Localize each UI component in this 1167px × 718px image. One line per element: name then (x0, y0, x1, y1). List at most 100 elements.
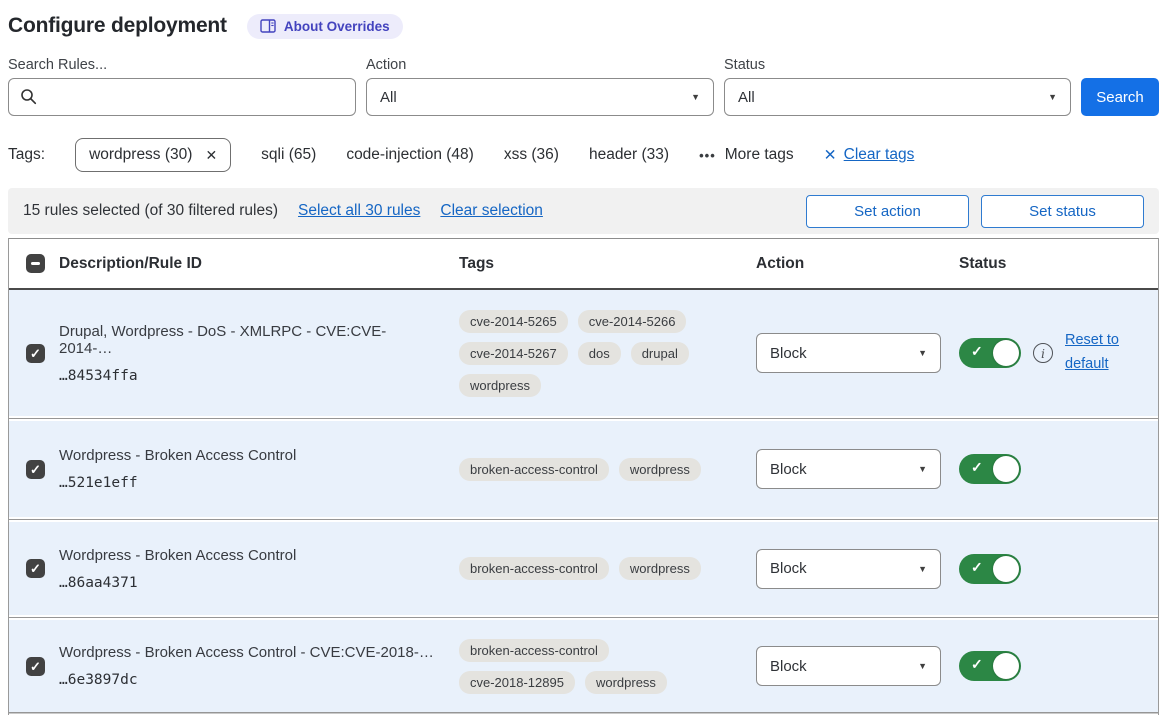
tag-pill: wordpress (619, 458, 701, 481)
indeterminate-icon (31, 262, 40, 265)
tag-pill: cve-2018-12895 (459, 671, 575, 694)
more-tags-button[interactable]: ••• More tags (699, 146, 794, 164)
table-row: ✓ Wordpress - Broken Access Control …86a… (9, 522, 1158, 615)
selected-tag-wordpress[interactable]: wordpress (30) ✕ (75, 138, 231, 172)
tag-pill: cve-2014-5266 (578, 310, 687, 333)
tag-pill: broken-access-control (459, 639, 609, 662)
toggle-knob (993, 556, 1019, 582)
status-filter-select[interactable]: All ▼ (724, 78, 1071, 116)
column-header-tags: Tags (459, 255, 756, 273)
rule-action-select[interactable]: Block ▼ (756, 333, 941, 373)
search-rules-label: Search Rules... (8, 57, 356, 73)
status-filter-group: Status All ▼ (724, 57, 1071, 116)
rule-id: …86aa4371 (59, 575, 435, 591)
row-checkbox[interactable]: ✓ (26, 657, 45, 676)
column-header-action: Action (756, 255, 959, 273)
rule-action-value: Block (770, 345, 807, 362)
action-filter-select[interactable]: All ▼ (366, 78, 714, 116)
tag-pill: drupal (631, 342, 689, 365)
search-button[interactable]: Search (1081, 78, 1159, 116)
set-status-button[interactable]: Set status (981, 195, 1144, 228)
status-toggle[interactable]: ✓ (959, 554, 1021, 584)
status-toggle[interactable]: ✓ (959, 651, 1021, 681)
status-filter-value: All (738, 89, 755, 106)
tag-pill: cve-2014-5265 (459, 310, 568, 333)
table-bottom-border (9, 712, 1158, 715)
toggle-knob (993, 340, 1019, 366)
action-filter-value: All (380, 89, 397, 106)
tag-pill: dos (578, 342, 621, 365)
search-icon (20, 88, 37, 105)
check-icon: ✓ (971, 343, 983, 360)
row-checkbox[interactable]: ✓ (26, 559, 45, 578)
table-row: ✓ Wordpress - Broken Access Control - CV… (9, 620, 1158, 712)
close-icon[interactable]: ✕ (205, 147, 217, 164)
tags-label: Tags: (8, 146, 45, 164)
page-header: Configure deployment About Overrides (8, 10, 1159, 42)
tags-bar: Tags: wordpress (30) ✕ sqli (65) code-in… (8, 116, 1159, 188)
close-icon: ✕ (824, 146, 837, 165)
toggle-knob (993, 456, 1019, 482)
chevron-down-icon: ▼ (918, 348, 927, 358)
tag-pill: broken-access-control (459, 458, 609, 481)
check-icon: ✓ (30, 347, 41, 360)
about-overrides-badge[interactable]: About Overrides (247, 14, 403, 39)
chevron-down-icon: ▼ (918, 661, 927, 671)
clear-tags-link[interactable]: ✕ Clear tags (824, 146, 915, 165)
rule-description: Wordpress - Broken Access Control (59, 547, 435, 564)
search-rules-group: Search Rules... (8, 57, 356, 116)
check-icon: ✓ (30, 660, 41, 673)
rule-description: Drupal, Wordpress - DoS - XMLRPC - CVE:C… (59, 323, 435, 357)
check-icon: ✓ (971, 559, 983, 576)
select-all-checkbox[interactable] (26, 254, 45, 273)
configure-deployment-page: Configure deployment About Overrides Sea… (0, 0, 1167, 715)
tag-header[interactable]: header (33) (589, 146, 669, 164)
book-icon (260, 19, 276, 33)
tag-sqli[interactable]: sqli (65) (261, 146, 316, 164)
tag-xss[interactable]: xss (36) (504, 146, 559, 164)
more-tags-label: More tags (725, 146, 794, 164)
tag-code-injection[interactable]: code-injection (48) (346, 146, 474, 164)
filters-row: Search Rules... Action All ▼ Status All … (8, 57, 1159, 116)
select-all-link[interactable]: Select all 30 rules (298, 202, 420, 220)
selection-summary: 15 rules selected (of 30 filtered rules) (23, 202, 278, 220)
table-row: ✓ Drupal, Wordpress - DoS - XMLRPC - CVE… (9, 290, 1158, 416)
search-input[interactable] (8, 78, 356, 116)
column-header-status: Status (959, 255, 1158, 273)
rule-id: …6e3897dc (59, 672, 435, 688)
ellipsis-icon: ••• (699, 148, 716, 163)
row-checkbox[interactable]: ✓ (26, 460, 45, 479)
status-toggle[interactable]: ✓ (959, 338, 1021, 368)
clear-tags-label: Clear tags (844, 146, 915, 164)
row-checkbox[interactable]: ✓ (26, 344, 45, 363)
clear-selection-link[interactable]: Clear selection (440, 202, 543, 220)
check-icon: ✓ (30, 562, 41, 575)
reset-to-default-link[interactable]: Reset to default (1065, 329, 1131, 377)
status-filter-label: Status (724, 57, 1071, 73)
column-header-description: Description/Rule ID (59, 255, 459, 273)
selection-bar: 15 rules selected (of 30 filtered rules)… (8, 188, 1159, 234)
tag-pill: broken-access-control (459, 557, 609, 580)
table-header: Description/Rule ID Tags Action Status (9, 238, 1158, 290)
chevron-down-icon: ▼ (918, 564, 927, 574)
check-icon: ✓ (971, 459, 983, 476)
page-title: Configure deployment (8, 14, 227, 38)
check-icon: ✓ (971, 656, 983, 673)
rule-description: Wordpress - Broken Access Control (59, 447, 435, 464)
rules-table: Description/Rule ID Tags Action Status ✓… (8, 238, 1159, 715)
rule-action-select[interactable]: Block ▼ (756, 646, 941, 686)
set-action-button[interactable]: Set action (806, 195, 969, 228)
toggle-knob (993, 653, 1019, 679)
about-overrides-label: About Overrides (284, 19, 390, 34)
selected-tag-label: wordpress (30) (89, 146, 192, 164)
status-toggle[interactable]: ✓ (959, 454, 1021, 484)
tag-pill: wordpress (619, 557, 701, 580)
rule-description: Wordpress - Broken Access Control - CVE:… (59, 644, 435, 661)
table-row: ✓ Wordpress - Broken Access Control …521… (9, 421, 1158, 517)
rule-action-value: Block (770, 461, 807, 478)
rule-action-select[interactable]: Block ▼ (756, 449, 941, 489)
rule-action-select[interactable]: Block ▼ (756, 549, 941, 589)
action-filter-group: Action All ▼ (366, 57, 714, 116)
info-icon[interactable]: i (1033, 343, 1053, 363)
rule-action-value: Block (770, 658, 807, 675)
